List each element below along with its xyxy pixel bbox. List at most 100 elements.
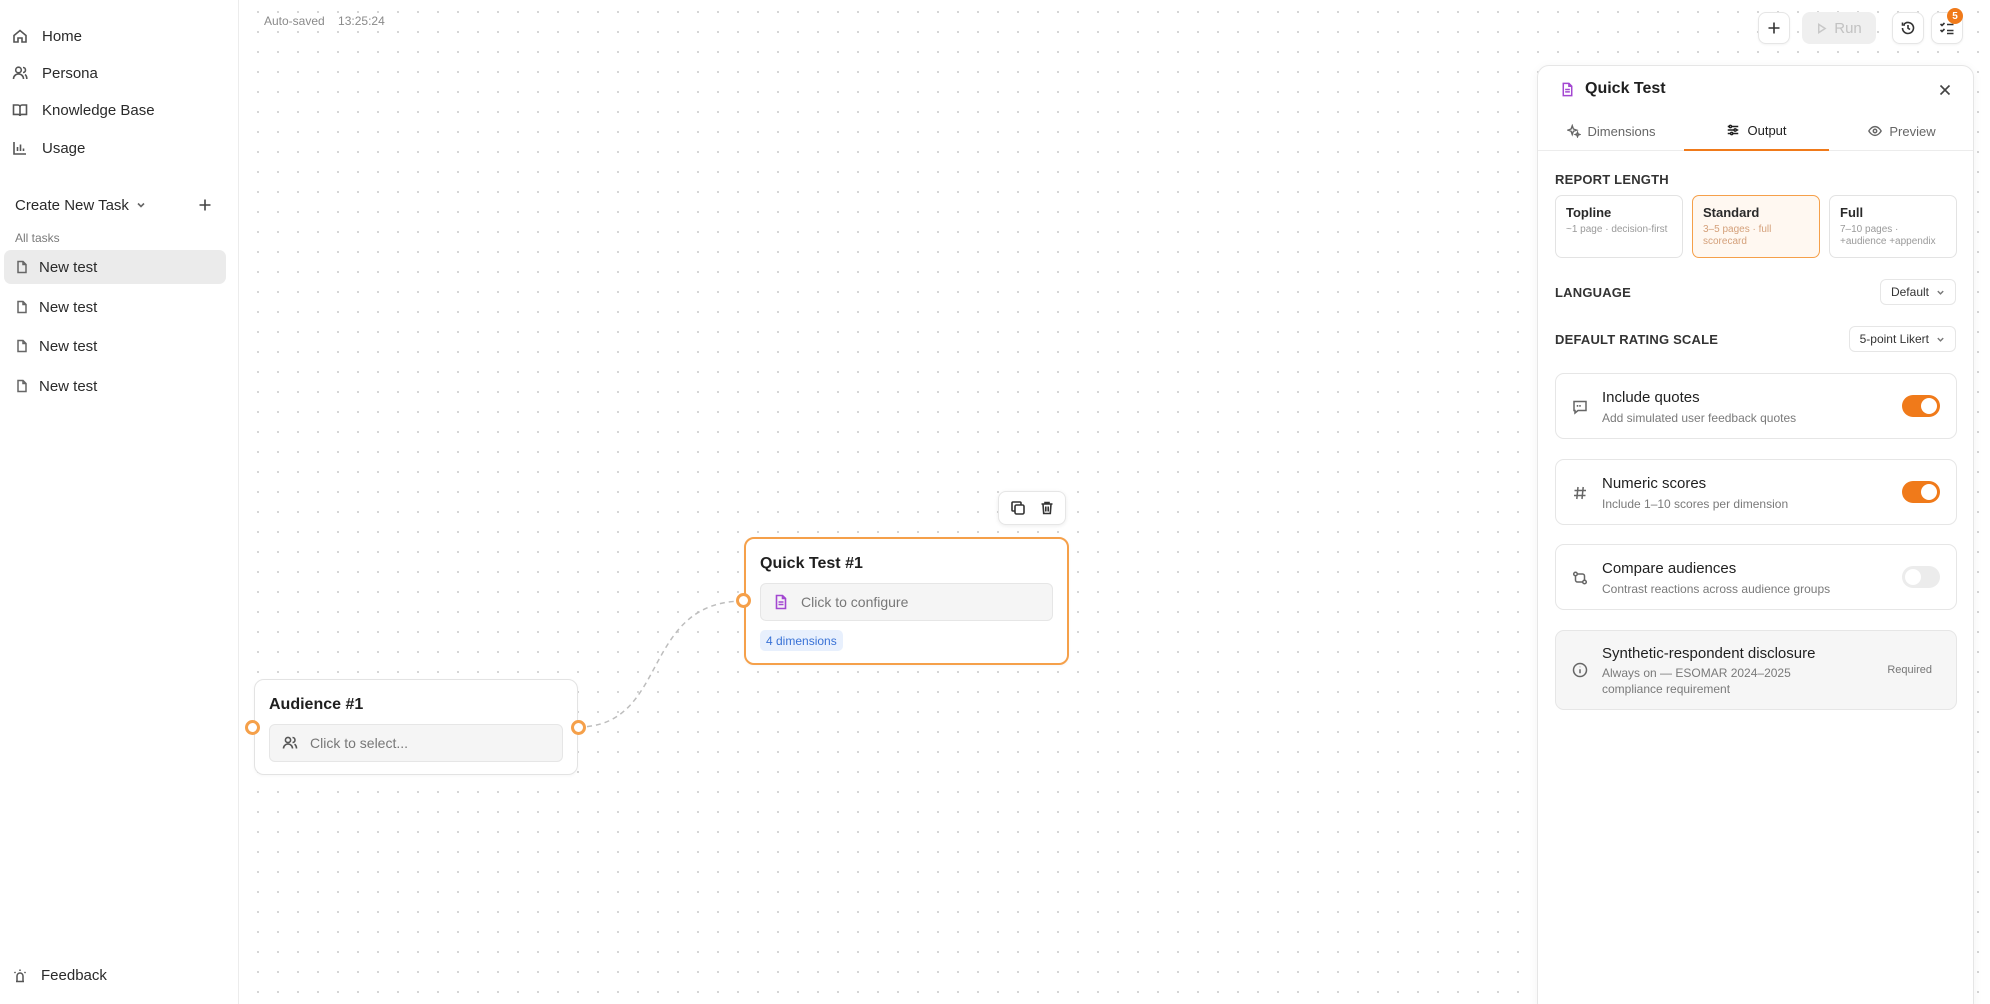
option-include-quotes: Include quotes Add simulated user feedba… — [1555, 373, 1957, 439]
panel-tabs: Dimensions Output Preview — [1538, 111, 1973, 151]
task-item[interactable]: New test — [4, 369, 226, 403]
create-new-task-dropdown[interactable]: Create New Task — [15, 192, 211, 218]
tab-preview[interactable]: Preview — [1829, 111, 1975, 151]
add-node-button[interactable] — [1758, 12, 1790, 44]
git-compare-icon — [1572, 571, 1588, 585]
audience-input-port[interactable] — [245, 720, 260, 735]
info-icon-wrap — [1572, 662, 1588, 678]
close-button[interactable] — [1937, 82, 1953, 98]
audience-select-field[interactable]: Click to select... — [269, 724, 563, 762]
hash-icon — [1574, 486, 1586, 500]
nav-usage-label: Usage — [42, 139, 86, 157]
feedback-label: Feedback — [41, 967, 107, 984]
report-length-full[interactable]: Full 7–10 pages · +audience +appendix — [1829, 195, 1957, 258]
report-length-desc: 7–10 pages · +audience +appendix — [1840, 224, 1936, 247]
report-length-title: Full — [1840, 205, 1864, 220]
node-toolbar — [998, 491, 1066, 525]
user-icon — [12, 66, 28, 80]
rating-scale-select-value: 5-point Likert — [1859, 332, 1929, 346]
quick-test-configure-field[interactable]: Click to configure — [760, 583, 1053, 621]
history-icon — [1901, 21, 1915, 35]
task-item[interactable]: New test — [4, 329, 226, 363]
quick-test-input-port[interactable] — [736, 593, 751, 608]
option-disclosure: Synthetic-respondent disclosure Always o… — [1555, 630, 1957, 710]
autosave-label: Auto-saved — [264, 14, 325, 28]
eye-icon — [1868, 125, 1883, 137]
config-panel: Quick Test Dimensions Output Preview REP… — [1537, 65, 1974, 1004]
quick-test-node[interactable]: Quick Test #1 Click to configure 4 dimen… — [744, 537, 1069, 665]
disclosure-title: Synthetic-respondent disclosure — [1602, 645, 1816, 662]
plus-icon — [1768, 22, 1780, 34]
task-item-label: New test — [39, 377, 98, 395]
audience-node-title: Audience #1 — [269, 696, 364, 713]
info-icon — [1572, 662, 1588, 678]
option-compare-audiences: Compare audiences Contrast reactions acr… — [1555, 544, 1957, 610]
play-icon — [1818, 22, 1827, 34]
notification-badge: 5 — [1947, 8, 1963, 24]
compare-audiences-toggle[interactable] — [1902, 566, 1940, 588]
rating-scale-label: DEFAULT RATING SCALE — [1555, 332, 1719, 347]
rating-scale-select[interactable]: 5-point Likert — [1848, 326, 1956, 352]
quote-icon-wrap — [1572, 399, 1588, 415]
message-quote-icon — [1573, 400, 1587, 415]
document-icon — [1562, 82, 1573, 96]
nav-knowledge-base[interactable]: Knowledge Base — [10, 95, 230, 125]
numeric-scores-toggle[interactable] — [1902, 481, 1940, 503]
task-item-label: New test — [39, 298, 98, 316]
sparkles-icon — [1566, 124, 1581, 138]
run-button[interactable]: Run — [1802, 12, 1876, 44]
option-title: Numeric scores — [1602, 475, 1707, 492]
sliders-icon — [1728, 124, 1739, 136]
megaphone-icon — [13, 969, 27, 982]
report-length-title: Topline — [1566, 205, 1612, 220]
nav-persona[interactable]: Persona — [10, 58, 230, 88]
file-icon — [17, 300, 27, 314]
language-select[interactable]: Default — [1879, 279, 1956, 305]
file-icon — [17, 379, 27, 393]
nav-home-label: Home — [42, 27, 83, 45]
tab-preview-label: Preview — [1889, 123, 1936, 139]
option-title: Compare audiences — [1602, 560, 1737, 577]
sidebar: Home Persona Knowledge Base Usage Create… — [0, 0, 239, 1004]
panel-header: Quick Test — [1560, 80, 1666, 98]
dimensions-badge: 4 dimensions — [760, 630, 843, 651]
report-length-topline[interactable]: Topline ~1 page · decision-first — [1555, 195, 1683, 258]
feedback-button[interactable]: Feedback — [12, 967, 107, 984]
audience-node[interactable]: Audience #1 Click to select... — [254, 679, 578, 775]
nav-usage[interactable]: Usage — [10, 133, 230, 163]
report-length-desc: ~1 page · decision-first — [1566, 224, 1668, 235]
audience-select-placeholder: Click to select... — [310, 735, 409, 751]
report-length-standard[interactable]: Standard 3–5 pages · full scorecard — [1692, 195, 1820, 258]
task-item[interactable]: New test — [4, 290, 226, 324]
nav-home[interactable]: Home — [10, 21, 230, 51]
tab-output[interactable]: Output — [1684, 111, 1829, 151]
create-new-task-label: Create New Task — [15, 196, 129, 214]
option-desc: Add simulated user feedback quotes — [1602, 411, 1797, 425]
history-button[interactable] — [1892, 12, 1924, 44]
audience-output-port[interactable] — [571, 720, 586, 735]
book-icon — [12, 104, 28, 117]
report-length-desc: 3–5 pages · full scorecard — [1703, 224, 1772, 247]
copy-icon[interactable] — [1010, 500, 1026, 516]
include-quotes-toggle[interactable] — [1902, 395, 1940, 417]
task-item[interactable]: New test — [4, 250, 226, 284]
chevron-down-icon — [137, 202, 145, 208]
nav-knowledge-base-label: Knowledge Base — [42, 101, 155, 119]
language-select-value: Default — [1890, 285, 1929, 299]
option-numeric-scores: Numeric scores Include 1–10 scores per d… — [1555, 459, 1957, 525]
task-item-label: New test — [39, 258, 98, 276]
hash-icon-wrap — [1572, 485, 1588, 501]
required-tag: Required — [1887, 664, 1932, 676]
chevron-down-icon — [1937, 337, 1944, 342]
bar-chart-icon — [13, 142, 26, 155]
compare-icon-wrap — [1572, 570, 1588, 586]
disclosure-desc: Always on — ESOMAR 2024–2025 compliance … — [1602, 666, 1791, 696]
document-icon — [775, 594, 787, 610]
file-icon — [17, 260, 27, 274]
tab-dimensions[interactable]: Dimensions — [1538, 111, 1684, 151]
report-length-title: Standard — [1703, 205, 1760, 220]
home-icon — [13, 29, 27, 43]
trash-icon[interactable] — [1039, 500, 1055, 516]
autosave-time: 13:25:24 — [338, 14, 385, 28]
plus-icon[interactable] — [197, 197, 213, 213]
